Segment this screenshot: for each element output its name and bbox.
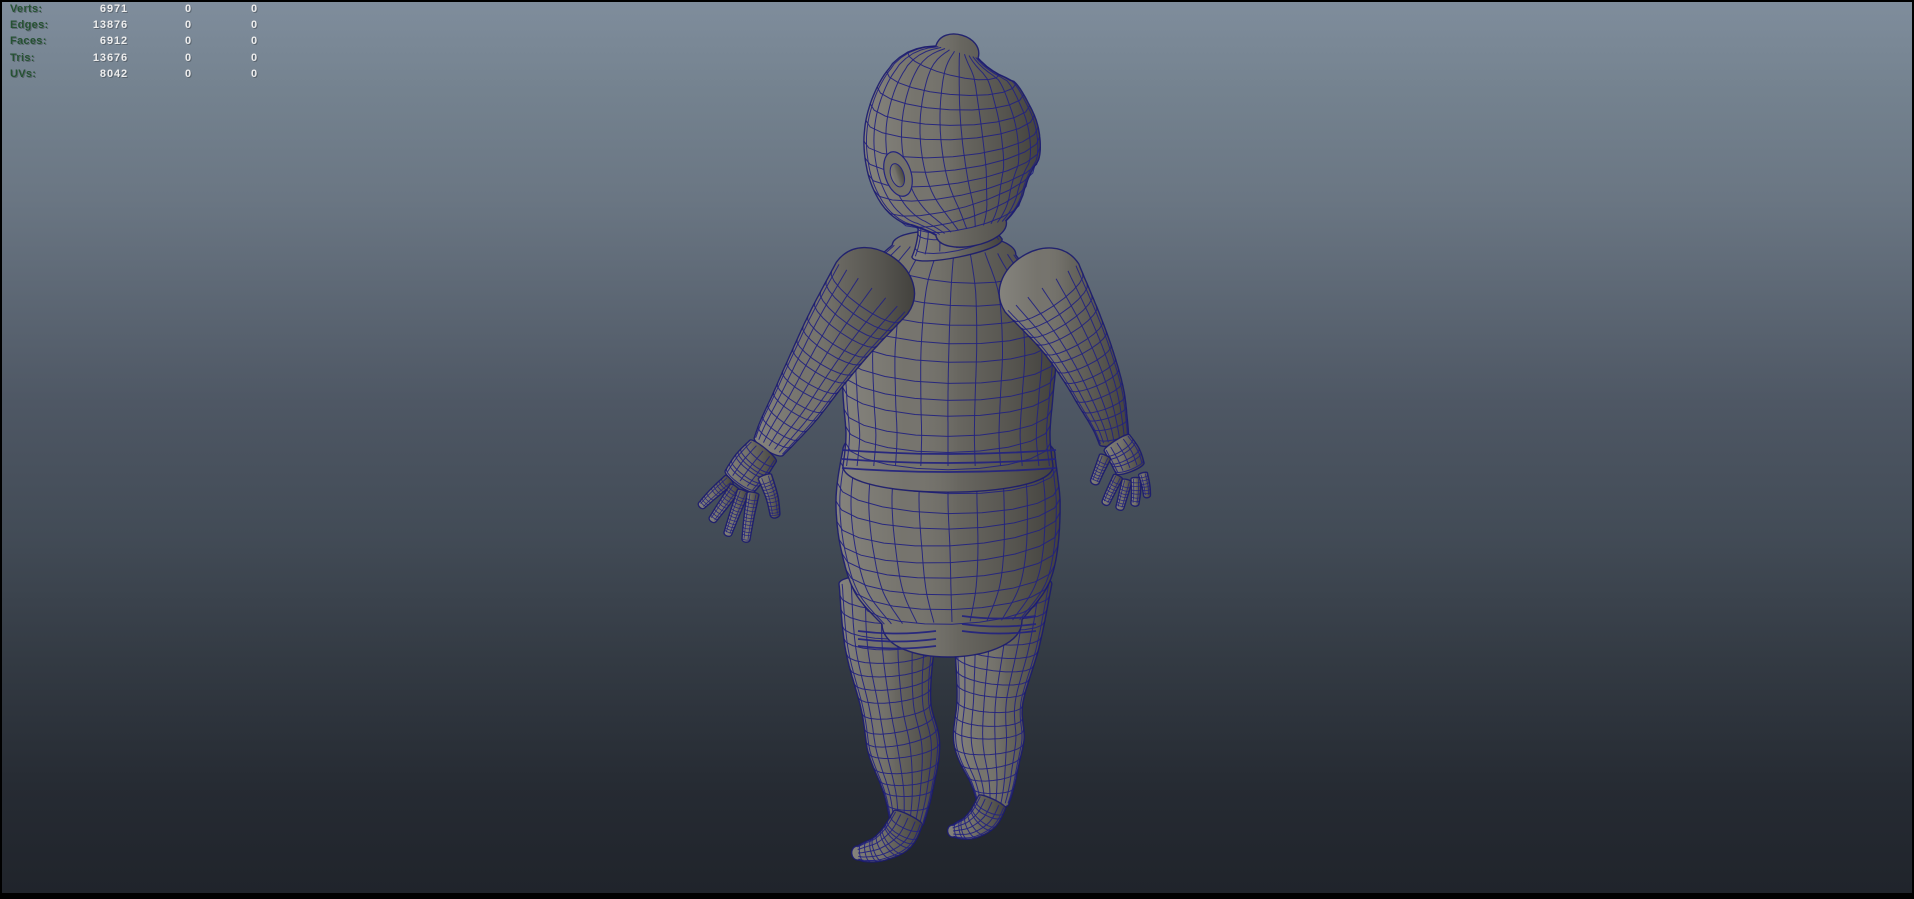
hud-value-total: 13876: [92, 19, 128, 32]
viewport-frame: Verts: 6971 0 0 Edges: 13876 0 0 Faces: 6912 0 0 …: [0, 0, 1914, 899]
model-part-head: [863, 33, 1041, 248]
hud-label: Edges:: [10, 19, 49, 32]
hud-value-component: 0: [250, 19, 258, 32]
model-part-right-foot: [946, 794, 1007, 841]
poly-count-hud: Verts: 6971 0 0 Edges: 13876 0 0 Faces: 6912 0 0 …: [10, 1, 258, 82]
model-canvas: [697, 33, 1152, 863]
hud-row-faces: Faces: 6912 0 0: [10, 33, 258, 49]
hud-label: Verts:: [10, 3, 43, 15]
hud-value-selected: 0: [184, 35, 192, 48]
hud-label: UVs:: [10, 67, 37, 80]
hud-row-verts: Verts: 6971 0 0: [10, 1, 258, 17]
hud-value-component: 0: [250, 35, 258, 48]
hud-value-total: 6971: [99, 3, 128, 15]
hud-label: Tris:: [10, 51, 35, 64]
hud-label: Faces:: [10, 35, 47, 48]
hud-value-total: 6912: [99, 35, 128, 48]
character-model[interactable]: [697, 33, 1152, 863]
hud-value-component: 0: [250, 67, 258, 80]
hud-value-total: 8042: [99, 67, 128, 80]
model-part-left-foot: [851, 809, 924, 863]
hud-row-edges: Edges: 13876 0 0: [10, 17, 258, 33]
hud-row-uvs: UVs: 8042 0 0: [10, 66, 258, 82]
model-part-left-thumb: [757, 473, 781, 519]
hud-value-total: 13676: [92, 51, 128, 64]
hud-value-selected: 0: [184, 51, 192, 64]
3d-viewport[interactable]: [2, 2, 1912, 893]
hud-value-component: 0: [250, 51, 258, 64]
model-part-right-thumb: [1089, 453, 1112, 486]
hud-value-selected: 0: [184, 67, 192, 80]
hud-value-component: 0: [250, 3, 258, 15]
model-part-right-finger-ring: [1130, 476, 1142, 507]
hud-value-selected: 0: [184, 19, 192, 32]
hud-value-selected: 0: [184, 3, 192, 15]
hud-row-tris: Tris: 13676 0 0: [10, 50, 258, 66]
